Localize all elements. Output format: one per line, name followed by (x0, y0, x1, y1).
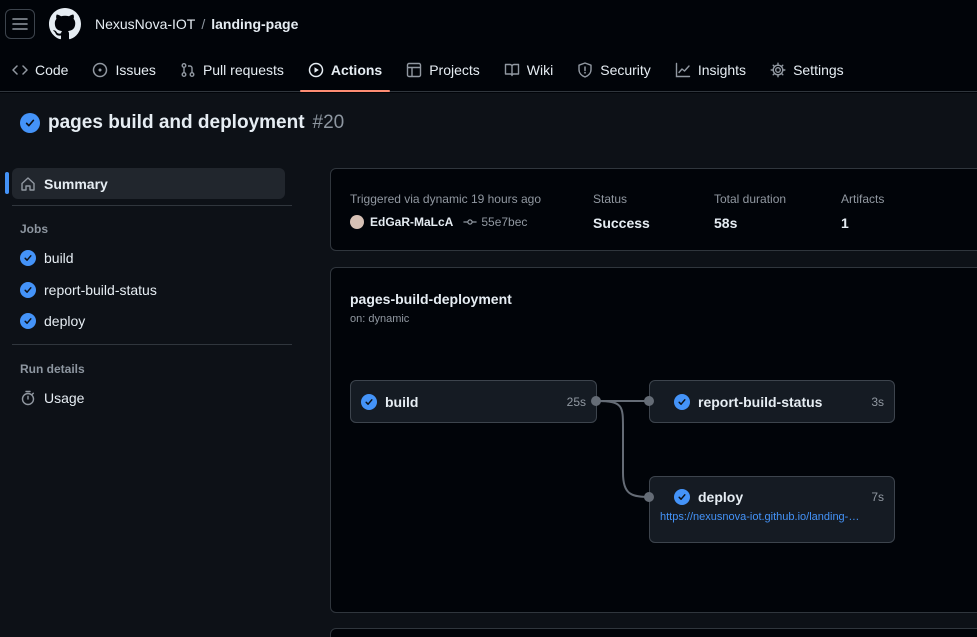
job-name: report-build-status (698, 393, 823, 410)
status-info: Status Success (593, 192, 650, 231)
breadcrumb-separator: / (201, 16, 206, 32)
job-output-node (591, 396, 601, 406)
success-check-icon (361, 393, 377, 410)
sidebar-item-job-report-build-status[interactable]: report-build-status (20, 282, 157, 298)
hamburger-icon (12, 18, 28, 30)
menu-button[interactable] (5, 9, 35, 39)
sidebar-item-job-build[interactable]: build (20, 250, 74, 266)
workflow-graph-card: pages-build-deployment on: dynamic build… (330, 267, 977, 613)
job-report-build-status[interactable]: report-build-status 3s (649, 380, 895, 423)
success-check-icon (674, 489, 690, 505)
issue-opened-icon (93, 62, 108, 78)
tab-label: Actions (330, 62, 383, 78)
status-label: Status (593, 192, 628, 206)
git-commit-icon (463, 219, 477, 225)
tab-wiki[interactable]: Wiki (496, 52, 561, 88)
trigger-info: Triggered via dynamic 19 hours ago EdGaR… (350, 192, 541, 229)
run-title: pages build and deployment (48, 112, 305, 133)
book-icon (504, 63, 519, 77)
job-duration: 7s (871, 490, 884, 504)
sidebar-divider (12, 344, 292, 345)
tab-label: Issues (115, 62, 156, 78)
sidebar-item-label: build (44, 250, 74, 266)
artifacts-info: Artifacts 1 (841, 192, 884, 231)
shield-icon (578, 62, 592, 78)
code-icon (12, 65, 28, 75)
artifacts-label: Artifacts (841, 192, 885, 206)
tab-label: Wiki (526, 62, 554, 78)
tab-security[interactable]: Security (569, 52, 659, 88)
tab-label: Security (600, 62, 651, 78)
run-title-row: pages build and deployment #20 (20, 112, 344, 134)
tab-projects[interactable]: Projects (398, 52, 488, 88)
repo-name-link[interactable]: landing-page (211, 16, 298, 32)
job-input-node (644, 396, 654, 406)
run-summary-card: Triggered via dynamic 19 hours ago EdGaR… (330, 168, 977, 251)
job-build[interactable]: build 25s (350, 380, 597, 423)
job-name: deploy (698, 489, 744, 505)
tab-settings[interactable]: Settings (762, 52, 852, 88)
success-check-icon (20, 113, 40, 133)
repo-owner-link[interactable]: NexusNova-IOT (95, 16, 195, 32)
commit-link[interactable]: 55e7bec (463, 215, 527, 229)
home-icon (21, 176, 35, 191)
stopwatch-icon (21, 390, 35, 406)
jobs-heading: Jobs (20, 222, 49, 236)
tab-pull-requests[interactable]: Pull requests (172, 52, 292, 88)
tab-code[interactable]: Code (4, 52, 76, 88)
tab-label: Projects (429, 62, 480, 78)
git-pull-request-icon (181, 63, 195, 77)
avatar[interactable] (350, 215, 364, 229)
success-check-icon (20, 282, 36, 298)
sidebar-item-job-deploy[interactable]: deploy (20, 313, 85, 329)
duration-info: Total duration 58s (714, 192, 786, 231)
sidebar-item-label: Summary (44, 175, 108, 192)
artifacts-value[interactable]: 1 (841, 215, 884, 231)
job-name: build (385, 393, 419, 410)
duration-label: Total duration (714, 192, 787, 206)
tab-label: Code (35, 62, 69, 78)
commit-sha: 55e7bec (481, 215, 528, 229)
repo-header: NexusNova-IOT / landing-page Code Issues… (0, 0, 977, 92)
success-check-icon (20, 313, 36, 329)
success-check-icon (674, 393, 690, 410)
job-duration: 25s (566, 394, 586, 409)
repo-nav-tabs: Code Issues Pull requests Actions Projec… (0, 52, 856, 92)
job-deploy[interactable]: deploy 7s https://nexusnova-iot.github.i… (649, 476, 895, 543)
trigger-label: Triggered via dynamic 19 hours ago (350, 192, 541, 206)
tab-actions[interactable]: Actions (299, 52, 391, 92)
sidebar-item-label: report-build-status (44, 282, 157, 298)
sidebar-item-summary[interactable]: Summary (12, 168, 285, 199)
actor-link[interactable]: EdGaR-MaLcA (370, 215, 453, 229)
sidebar-item-usage[interactable]: Usage (20, 390, 84, 406)
success-check-icon (20, 250, 36, 266)
run-number: #20 (312, 112, 345, 133)
tab-label: Pull requests (202, 62, 284, 78)
sidebar-item-label: deploy (44, 313, 86, 329)
github-logo-icon[interactable] (49, 8, 81, 40)
play-icon (308, 62, 324, 78)
repo-breadcrumb: NexusNova-IOT / landing-page (95, 16, 298, 32)
run-page: pages build and deployment #20 Summary J… (0, 93, 977, 637)
job-connector-lines (596, 400, 650, 498)
graph-icon (675, 62, 691, 78)
active-indicator (5, 172, 9, 194)
tab-insights[interactable]: Insights (667, 52, 754, 88)
tab-label: Settings (793, 62, 844, 78)
table-icon (407, 62, 422, 78)
job-duration: 3s (871, 394, 884, 409)
run-details-heading: Run details (20, 362, 85, 376)
status-value: Success (593, 215, 650, 231)
sidebar-item-label: Usage (44, 390, 85, 406)
duration-value: 58s (714, 215, 738, 231)
next-section-card (330, 628, 977, 637)
tab-label: Insights (697, 62, 747, 78)
job-input-node (644, 492, 654, 502)
sidebar-divider (12, 205, 292, 206)
gear-icon (770, 62, 786, 78)
deploy-url-link[interactable]: https://nexusnova-iot.github.io/landing-… (660, 511, 882, 523)
tab-issues[interactable]: Issues (84, 52, 163, 88)
